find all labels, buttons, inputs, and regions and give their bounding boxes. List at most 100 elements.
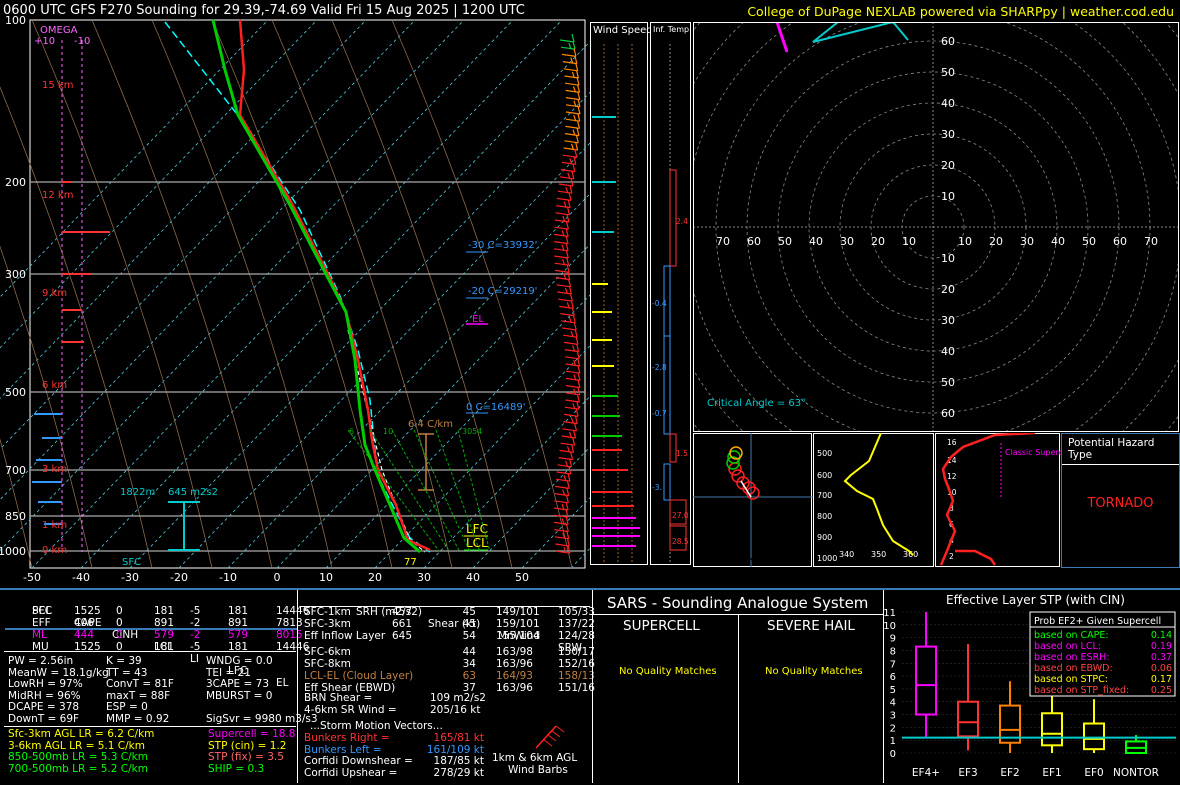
isotherm-line: [325, 294, 590, 569]
composite-index: STP (cin) = 1.2: [208, 739, 287, 752]
stp-x-label: EF3: [958, 767, 977, 779]
critical-angle-label: Critical Angle = 63°: [707, 398, 806, 409]
kinematics-table: SRH (m2/s2) Shear (kt) MnWind SRW SFC-1k…: [300, 592, 595, 782]
height-label: 15 km: [42, 80, 73, 91]
adv-bar-cold: [663, 463, 671, 501]
hodograph-axis-tick: 10: [958, 235, 972, 248]
stp-y-tick: 11: [884, 608, 896, 619]
hodograph-axis-tick: 60: [1113, 235, 1127, 248]
stp-y-ticks: 11109876543210: [884, 608, 896, 760]
srwind-h-tick: 12: [947, 472, 957, 481]
thermo-index: MidRH = 96%: [8, 689, 81, 702]
up-label: UP=278/29: [1027, 243, 1084, 254]
prob-label: based on CAPE:: [1034, 630, 1109, 641]
hodograph-ring-tick: 20: [941, 159, 955, 172]
credit-text: College of DuPage NEXLAB powered via SHA…: [747, 4, 1174, 19]
srwind-h-tick: 16: [947, 438, 957, 447]
adv-value: -0.7: [652, 409, 667, 418]
thetae-p-tick: 500: [817, 449, 832, 458]
prob-value: 0.06: [1151, 663, 1172, 674]
prob-label: based on STPC:: [1034, 674, 1108, 685]
hodograph-ring-tick: 30: [941, 128, 955, 141]
hodograph-axis-tick: 70: [716, 235, 730, 248]
dcape-label: 6.4 C/km: [408, 419, 453, 430]
thermo-index: DownT = 69F: [8, 712, 80, 725]
stp-y-tick: 1: [890, 736, 896, 747]
inflow-layer-bracket: [168, 501, 200, 551]
thermo-index: K = 39: [106, 655, 142, 667]
thetae-x-tick: 340: [839, 550, 854, 559]
stp-box: [957, 700, 979, 738]
thetae-tick: 6: [349, 427, 354, 436]
hodograph-ring-tick: 40: [941, 97, 955, 110]
hodograph-axis-tick: 10: [902, 235, 916, 248]
height-label: 9 km: [42, 288, 67, 299]
sars-title: SARS - Sounding Analogue System: [607, 594, 869, 612]
pressure-tick: 850: [5, 510, 26, 523]
stp-title: Effective Layer STP (with CIN): [946, 593, 1125, 607]
temperature-tick: 0: [274, 571, 281, 584]
temperature-tick: 40: [466, 571, 480, 584]
lapse-rate: 3-6km AGL LR = 5.1 C/km: [8, 739, 145, 752]
dry-adiabat: [91, 19, 273, 569]
slinky-deg: 59 deg: [773, 437, 808, 448]
composite-index: STP (fix) = 3.5: [208, 751, 284, 763]
adv-value: -0.4: [652, 299, 667, 308]
stp-panel: Effective Layer STP (with CIN) 111098765…: [884, 593, 1176, 779]
temp-adv-title: Inf. Temp. Adv. (C/hr): [653, 25, 692, 34]
prob-title: Prob EF2+ Given Supercell: [1034, 616, 1161, 627]
lapse-rate: Sfc-3km AGL LR = 6.2 C/km: [8, 728, 155, 740]
storm-motion-row: Corfidi Upshear = 278/29 kt: [304, 766, 484, 779]
adv-value: 27.0: [672, 511, 689, 520]
height-labels: 15 km 12 km 9 km 6 km 3 km 1 km 0 km: [42, 80, 73, 556]
hodograph-trace-upper: [812, 23, 909, 43]
omega-tick-minus: -10: [74, 36, 90, 47]
isotherm-label: -30 C=33932': [468, 240, 537, 251]
slinky-label: Storm Slinky: [697, 554, 760, 565]
sars-supercell-result: No Quality Matches: [619, 666, 717, 677]
thetae-p-tick: 800: [817, 512, 832, 521]
thetae-p-tick: 900: [817, 533, 832, 542]
stp-y-tick: 3: [890, 711, 896, 722]
temperature-tick: 30: [417, 571, 431, 584]
isotherm-line: [0, 19, 465, 501]
prob-rows: based on CAPE: 0.14 based on LCL: 0.19 based…: [1034, 630, 1172, 696]
inflow-top-label: 1822m: [120, 487, 155, 498]
sfc-temp-label: 77: [404, 557, 417, 568]
thermo-index: MBURST = 0: [206, 689, 273, 702]
stp-y-tick: 9: [890, 634, 896, 645]
pressure-tick: 700: [5, 464, 26, 477]
isotherm-label: 0 C=16489': [466, 402, 525, 413]
thetae-p-tick: 600: [817, 471, 832, 480]
dewpoint-trace: [211, 19, 421, 554]
thermo-index: MeanW = 18.1g/kg: [8, 666, 109, 679]
stp-box: [1041, 712, 1063, 747]
prob-value: 0.37: [1151, 652, 1172, 663]
storm-motion-row: Corfidi Downshear = 187/85 kt: [304, 755, 484, 767]
wind-speed-bars: [592, 116, 640, 547]
temperature-tick: -10: [219, 571, 237, 584]
thetae-panel: 500 600 700 800 900 1000 340 350 360 The…: [813, 433, 934, 567]
prob-label: based on ESRH:: [1034, 652, 1110, 663]
adv-value: 28.5: [672, 537, 689, 546]
pressure-tick: 100: [5, 14, 26, 27]
adv-value: 1.5: [676, 449, 688, 458]
sars-hail-title: SEVERE HAIL: [767, 618, 855, 634]
isotherm-label: -20 C=29219': [468, 286, 537, 297]
pressure-tick: 300: [5, 268, 26, 281]
thetae-tick: 3054: [462, 427, 482, 436]
wetbulb-trace: [164, 21, 431, 553]
hodograph-ring-labels: 10 10 20 20 30 30 40 40 50 50 60 60: [941, 35, 955, 420]
prob-label: based on EBWD:: [1034, 663, 1113, 674]
thermo-index: TEI = 21: [206, 666, 251, 679]
storm-motion-row: Bunkers Right = 165/81 kt: [304, 732, 484, 744]
thermo-index: DCAPE = 378: [8, 701, 80, 713]
hodograph-ring-tick: 20: [941, 283, 955, 296]
srwind-panel: 16 14 12 10 8 6 4 2 SR Wind v. Height Cl…: [935, 433, 1061, 567]
thetae-tick: 10: [383, 427, 393, 436]
dry-adiabat: [0, 86, 153, 569]
barb-caption: Wind Barbs: [508, 764, 568, 776]
hodograph-trace: [775, 23, 789, 53]
dry-adiabat: [271, 19, 453, 569]
sfc-label: SFC: [122, 557, 141, 568]
